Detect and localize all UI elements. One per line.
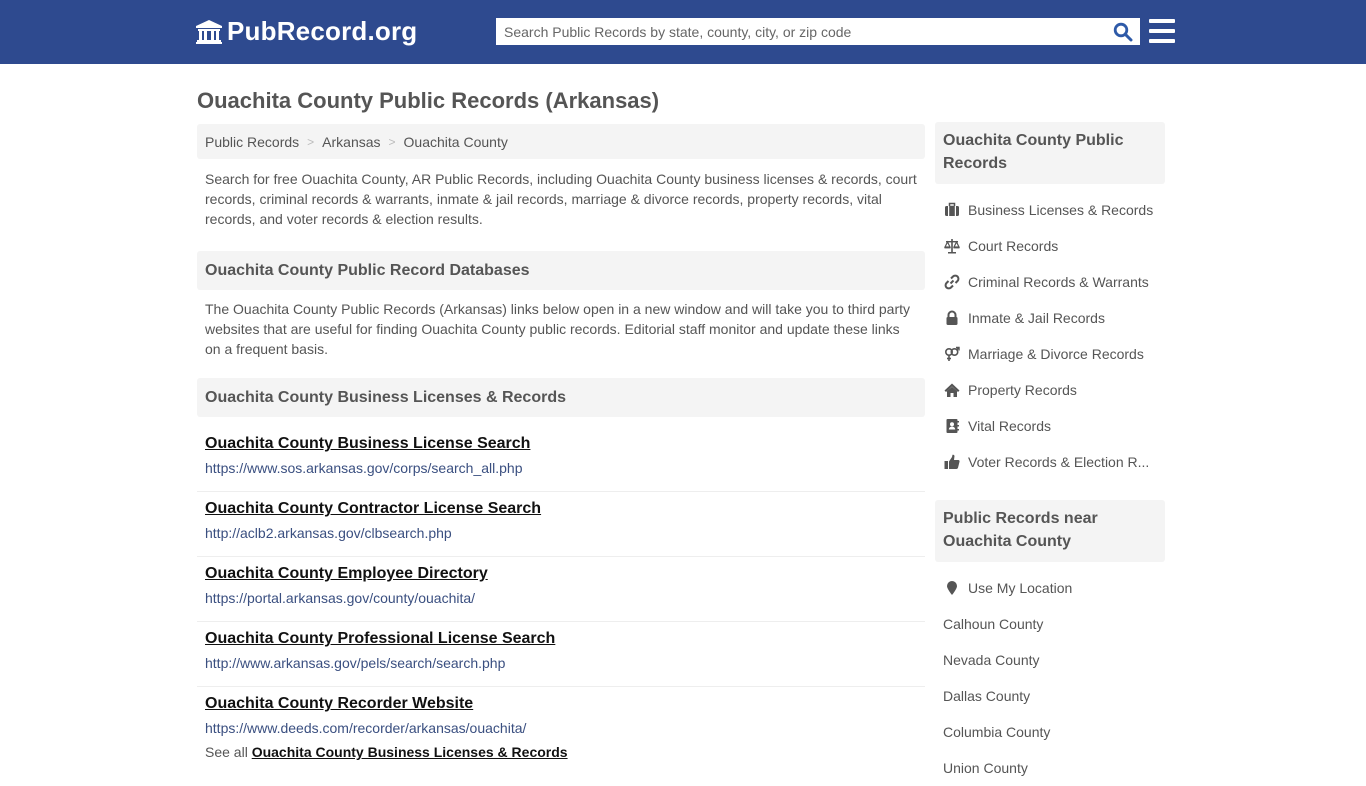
breadcrumb-public-records[interactable]: Public Records	[205, 134, 299, 150]
databases-description: The Ouachita County Public Records (Arka…	[205, 301, 911, 357]
page-title: Ouachita County Public Records (Arkansas…	[197, 88, 660, 113]
sidebar-item-label: Vital Records	[968, 418, 1052, 434]
menu-bar	[1149, 19, 1175, 23]
sidebar-item-label: Criminal Records & Warrants	[968, 274, 1149, 290]
sidebar-item-label: Business Licenses & Records	[968, 202, 1154, 218]
sidebar-item-criminal[interactable]: Criminal Records & Warrants	[935, 264, 1165, 300]
map-marker-icon	[943, 580, 960, 596]
sidebar-item-label: Marriage & Divorce Records	[968, 346, 1144, 362]
breadcrumb-separator: >	[388, 134, 396, 149]
site-logo[interactable]: PubRecord.org	[195, 16, 417, 47]
search-icon	[1113, 22, 1133, 41]
sidebar-item-label: Property Records	[968, 382, 1077, 398]
use-my-location-button[interactable]: Use My Location	[935, 570, 1165, 606]
sidebar-records-heading: Ouachita County Public Records	[935, 122, 1165, 184]
nearby-county-link[interactable]: Nevada County	[935, 642, 1165, 678]
menu-bar	[1149, 39, 1175, 43]
search-bar	[495, 17, 1141, 46]
list-item: Ouachita County Employee Directory https…	[197, 557, 925, 622]
search-button[interactable]	[1106, 18, 1140, 45]
see-all-row: See all Ouachita County Business License…	[197, 744, 925, 760]
link-title[interactable]: Ouachita County Employee Directory	[205, 564, 917, 584]
menu-bar	[1149, 29, 1175, 33]
search-input[interactable]	[496, 18, 1106, 45]
main-content: Public Records > Arkansas > Ouachita Cou…	[197, 124, 925, 760]
see-all-prefix: See all	[205, 744, 248, 760]
nearby-county-link[interactable]: Calhoun County	[935, 606, 1165, 642]
hamburger-menu-button[interactable]	[1149, 19, 1175, 43]
nearby-county-link[interactable]: Dallas County	[935, 678, 1165, 714]
logo-text: PubRecord.org	[227, 16, 418, 46]
sidebar-item-label: Inmate & Jail Records	[968, 310, 1105, 326]
sidebar-item-vital[interactable]: Vital Records	[935, 408, 1165, 444]
venus-mars-icon	[943, 346, 960, 362]
list-item: Ouachita County Contractor License Searc…	[197, 492, 925, 557]
intro-text: Search for free Ouachita County, AR Publ…	[205, 171, 917, 227]
link-title[interactable]: Ouachita County Contractor License Searc…	[205, 499, 917, 519]
breadcrumb-arkansas[interactable]: Arkansas	[322, 134, 380, 150]
lock-icon	[943, 310, 960, 326]
nearby-county-link[interactable]: Columbia County	[935, 714, 1165, 750]
link-url: https://portal.arkansas.gov/county/ouach…	[205, 590, 476, 606]
link-url: https://www.sos.arkansas.gov/corps/searc…	[205, 460, 523, 476]
sidebar-records-list: Business Licenses & Records Court Record…	[935, 184, 1165, 480]
home-icon	[943, 382, 960, 398]
databases-heading: Ouachita County Public Record Databases	[197, 251, 925, 290]
sidebar-item-voter[interactable]: Voter Records & Election R...	[935, 444, 1165, 480]
sidebar-item-business[interactable]: Business Licenses & Records	[935, 192, 1165, 228]
use-my-location-label: Use My Location	[968, 580, 1073, 596]
link-url: http://aclb2.arkansas.gov/clbsearch.php	[205, 525, 452, 541]
breadcrumb: Public Records > Arkansas > Ouachita Cou…	[197, 124, 925, 159]
breadcrumb-ouachita-county[interactable]: Ouachita County	[404, 134, 508, 150]
business-section-heading: Ouachita County Business Licenses & Reco…	[197, 378, 925, 417]
link-title[interactable]: Ouachita County Recorder Website	[205, 694, 917, 714]
list-item: Ouachita County Business License Search …	[197, 427, 925, 492]
breadcrumb-separator: >	[307, 134, 315, 149]
briefcase-icon	[943, 202, 960, 218]
business-links-list: Ouachita County Business License Search …	[197, 427, 925, 752]
link-url: https://www.deeds.com/recorder/arkansas/…	[205, 720, 527, 736]
list-item: Ouachita County Recorder Website https:/…	[197, 687, 925, 752]
thumbs-up-icon	[943, 454, 960, 470]
nearby-county-link[interactable]: Union County	[935, 750, 1165, 786]
address-book-icon	[943, 418, 960, 434]
site-header: PubRecord.org	[0, 0, 1366, 64]
link-title[interactable]: Ouachita County Professional License Sea…	[205, 629, 917, 649]
sidebar-item-property[interactable]: Property Records	[935, 372, 1165, 408]
link-title[interactable]: Ouachita County Business License Search	[205, 434, 917, 454]
sidebar-item-label: Voter Records & Election R...	[968, 454, 1150, 470]
courthouse-icon	[196, 19, 222, 44]
link-icon	[943, 274, 960, 290]
sidebar-item-marriage[interactable]: Marriage & Divorce Records	[935, 336, 1165, 372]
sidebar-item-inmate[interactable]: Inmate & Jail Records	[935, 300, 1165, 336]
sidebar: Ouachita County Public Records Business …	[935, 122, 1165, 786]
sidebar-near-heading: Public Records near Ouachita County	[935, 500, 1165, 562]
see-all-link[interactable]: Ouachita County Business Licenses & Reco…	[252, 744, 568, 760]
nearby-counties-list: Use My Location Calhoun County Nevada Co…	[935, 562, 1165, 786]
link-url: http://www.arkansas.gov/pels/search/sear…	[205, 655, 506, 671]
balance-scale-icon	[943, 238, 960, 254]
sidebar-item-label: Court Records	[968, 238, 1059, 254]
sidebar-item-court[interactable]: Court Records	[935, 228, 1165, 264]
list-item: Ouachita County Professional License Sea…	[197, 622, 925, 687]
